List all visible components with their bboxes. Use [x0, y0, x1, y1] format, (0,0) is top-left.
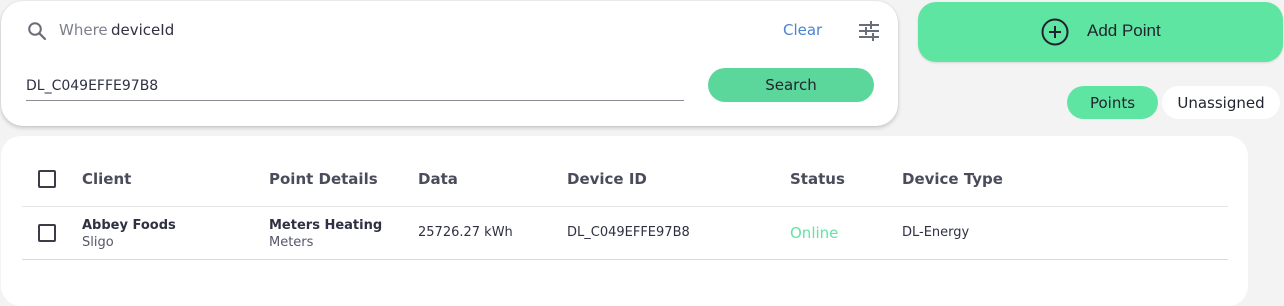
- where-label: Where: [59, 21, 108, 39]
- row-client: Abbey Foods: [82, 218, 176, 233]
- add-circle-icon: [1041, 18, 1069, 46]
- filter-icon[interactable]: [858, 20, 880, 42]
- search-field-name[interactable]: deviceId: [111, 21, 174, 39]
- row-device-id: DL_C049EFFE97B8: [567, 225, 690, 240]
- add-point-label: Add Point: [1087, 21, 1161, 40]
- points-table: Client Point Details Data Device ID Stat…: [1, 136, 1248, 306]
- header-device-type[interactable]: Device Type: [902, 170, 1003, 188]
- row-divider: [22, 259, 1228, 260]
- header-data[interactable]: Data: [418, 170, 458, 188]
- row-location: Sligo: [82, 235, 114, 250]
- select-all-checkbox[interactable]: [38, 170, 56, 188]
- row-status: Online: [790, 224, 839, 242]
- header-status[interactable]: Status: [790, 170, 845, 188]
- tab-unassigned[interactable]: Unassigned: [1162, 86, 1280, 119]
- search-icon: [28, 22, 47, 41]
- row-point-group: Meters: [269, 235, 314, 250]
- header-point-details[interactable]: Point Details: [269, 170, 378, 188]
- row-device-type: DL-Energy: [902, 225, 970, 240]
- clear-button[interactable]: Clear: [783, 21, 822, 39]
- header-divider: [22, 206, 1228, 207]
- add-point-button[interactable]: Add Point: [918, 2, 1283, 62]
- row-checkbox[interactable]: [38, 224, 56, 242]
- header-client[interactable]: Client: [82, 170, 131, 188]
- search-panel: Where deviceId Clear Search: [1, 1, 898, 126]
- row-data: 25726.27 kWh: [418, 225, 513, 240]
- row-point-name: Meters Heating: [269, 218, 383, 233]
- search-input[interactable]: [26, 71, 684, 101]
- header-device-id[interactable]: Device ID: [567, 170, 647, 188]
- search-button[interactable]: Search: [708, 68, 874, 102]
- tab-points[interactable]: Points: [1067, 86, 1158, 119]
